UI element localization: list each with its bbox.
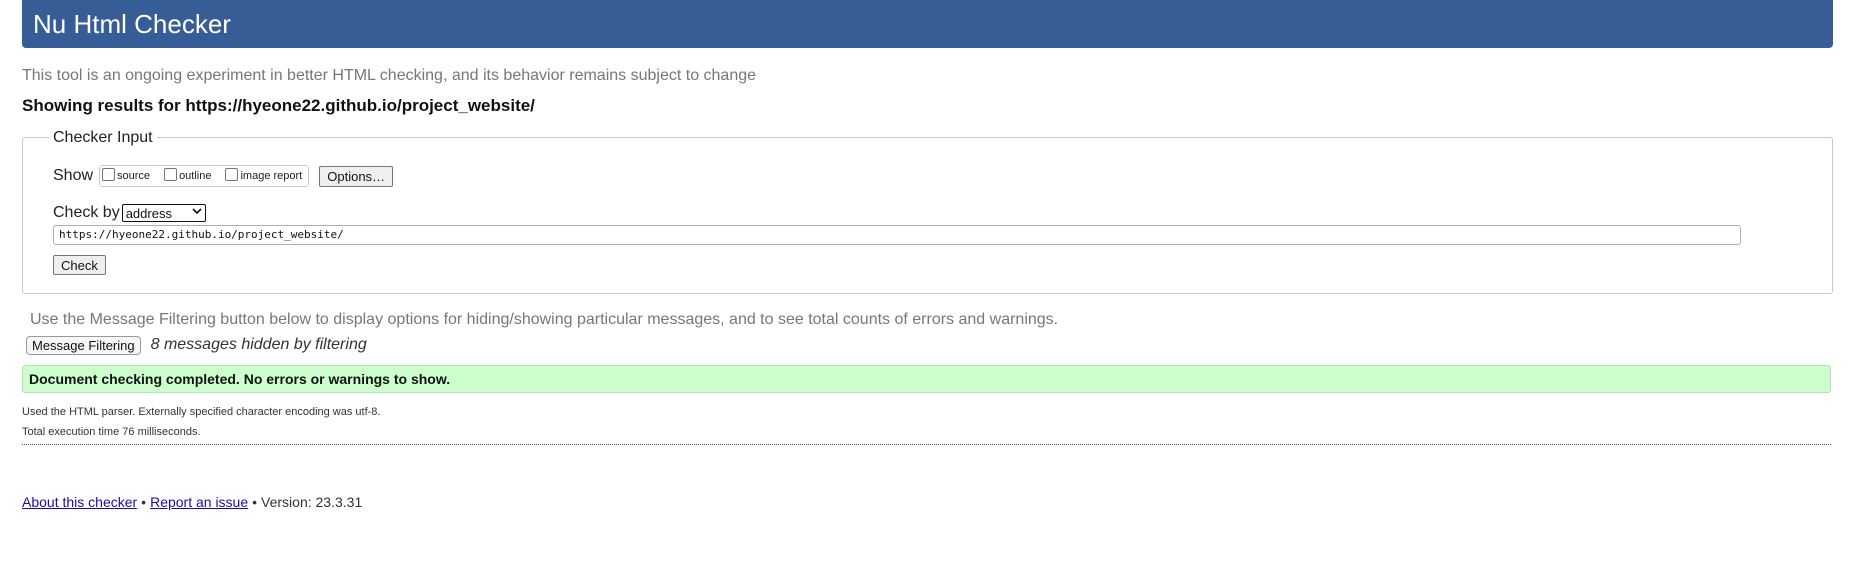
outline-label: outline: [179, 170, 212, 182]
report-issue-link[interactable]: Report an issue: [150, 494, 248, 510]
showing-results: Showing results for https://hyeone22.git…: [22, 96, 535, 116]
show-row: Show source outline image report Options…: [53, 165, 394, 187]
result-details: Used the HTML parser. Externally specifi…: [22, 402, 380, 442]
url-input[interactable]: https://hyeone22.github.io/project_websi…: [53, 225, 1741, 245]
footer: About this checker • Report an issue • Versi…: [22, 494, 362, 510]
footer-separator: •: [141, 494, 147, 510]
check-by-select[interactable]: address: [121, 204, 206, 222]
filter-info-text: Use the Message Filtering button below t…: [30, 311, 1059, 328]
version-text: Version: 23.3.31: [261, 494, 363, 510]
checker-input-legend: Checker Input: [49, 129, 157, 147]
check-by-row: Check by address: [53, 202, 206, 224]
parser-info: Used the HTML parser. Externally specifi…: [22, 406, 381, 418]
filter-row: Message Filtering 8 messages hidden by f…: [26, 335, 367, 355]
page: Nu Html Checker This tool is an ongoing …: [0, 0, 1855, 565]
image-report-checkbox[interactable]: [225, 168, 239, 181]
outline-checkbox[interactable]: [164, 168, 178, 181]
image-report-label: image report: [240, 170, 303, 182]
check-button[interactable]: Check: [53, 255, 106, 275]
show-label: Show: [53, 167, 94, 184]
check-by-label: Check by: [53, 204, 120, 221]
checker-input-fieldset: Checker Input Show source outline image …: [22, 129, 1833, 294]
divider: [22, 444, 1831, 445]
success-banner: Document checking completed. No errors o…: [22, 365, 1831, 393]
options-button[interactable]: Options…: [319, 165, 394, 187]
show-source-option[interactable]: source: [102, 168, 151, 182]
chevron-down-icon: [192, 208, 202, 218]
show-image-report-option[interactable]: image report: [225, 168, 303, 182]
showing-url: https://hyeone22.github.io/project_websi…: [185, 96, 535, 115]
page-title: Nu Html Checker: [33, 9, 231, 39]
about-checker-link[interactable]: About this checker: [22, 494, 137, 510]
intro-text: This tool is an ongoing experiment in be…: [22, 67, 757, 84]
source-checkbox[interactable]: [102, 168, 116, 181]
source-label: source: [117, 170, 151, 182]
check-by-selected-value: address: [125, 205, 172, 221]
show-outline-option[interactable]: outline: [164, 168, 212, 182]
message-filtering-button[interactable]: Message Filtering: [26, 335, 141, 355]
showing-prefix: Showing results for: [22, 96, 181, 115]
hidden-messages-text: 8 messages hidden by filtering: [150, 336, 367, 353]
show-options-group: source outline image report: [99, 165, 310, 187]
success-message: Document checking completed. No errors o…: [29, 371, 451, 387]
execution-time: Total execution time 76 milliseconds.: [22, 426, 201, 438]
footer-separator: •: [252, 494, 258, 510]
header-bar: Nu Html Checker: [22, 0, 1833, 48]
